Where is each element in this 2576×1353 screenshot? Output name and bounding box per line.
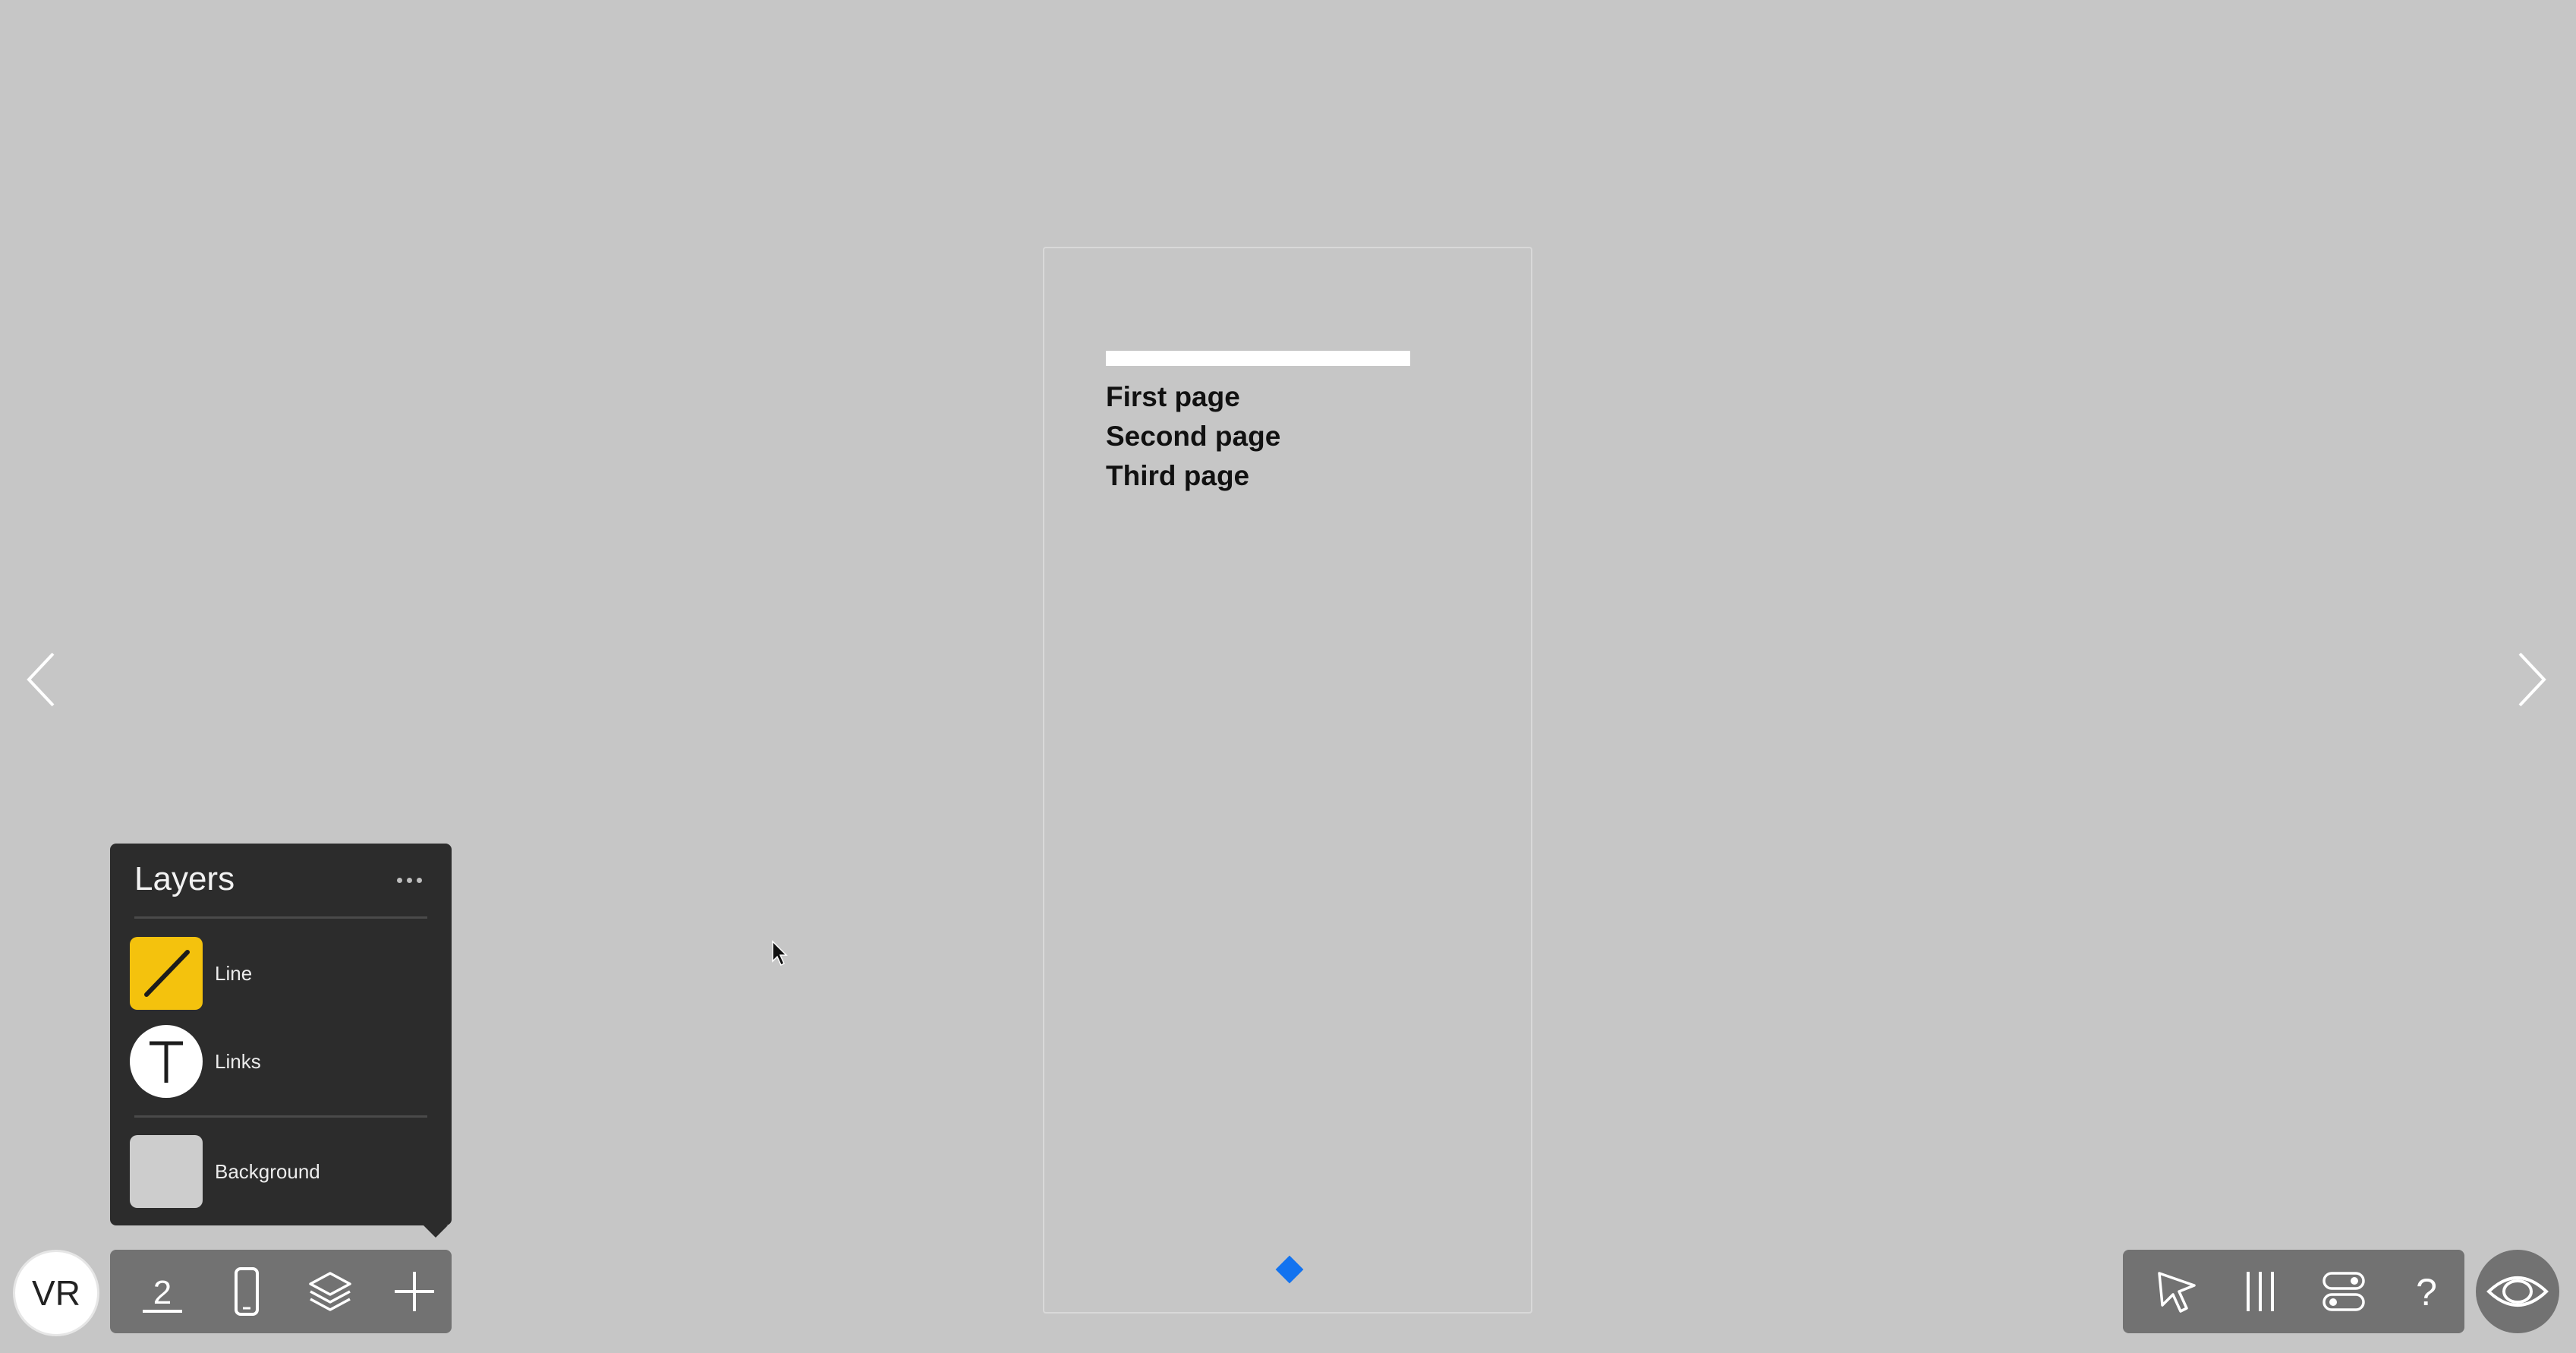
layer-item-links[interactable]: Links — [130, 1025, 433, 1098]
select-tool-button[interactable] — [2140, 1254, 2215, 1329]
layer-label: Links — [215, 1050, 261, 1073]
layer-item-line[interactable]: Line — [130, 937, 433, 1010]
add-button[interactable] — [377, 1254, 452, 1329]
columns-button[interactable] — [2223, 1254, 2299, 1329]
phone-device-icon — [234, 1267, 259, 1316]
previous-page-button[interactable] — [23, 649, 59, 710]
more-horizontal-icon — [396, 877, 402, 883]
layers-panel-title: Layers — [134, 860, 235, 897]
columns-icon — [2247, 1272, 2275, 1311]
user-avatar[interactable]: VR — [13, 1250, 99, 1336]
toggles-icon — [2322, 1272, 2365, 1311]
help-glyph: ? — [2416, 1271, 2437, 1314]
next-page-button[interactable] — [2514, 649, 2550, 710]
settings-toggles-button[interactable] — [2306, 1254, 2382, 1329]
page-number-text: 2 — [153, 1274, 172, 1311]
layers-panel: Layers Line Links Background — [110, 844, 452, 1238]
text-t-icon — [130, 1025, 203, 1098]
plus-icon — [394, 1272, 434, 1311]
device-button[interactable] — [209, 1254, 285, 1329]
layer-label: Background — [215, 1160, 320, 1183]
chevron-right-icon — [2518, 652, 2546, 707]
eye-icon — [2486, 1276, 2549, 1307]
header-bar — [1106, 351, 1410, 366]
pointer-icon — [2158, 1272, 2196, 1313]
right-toolbar: ? — [2123, 1250, 2464, 1333]
page-number-button[interactable]: 2 — [125, 1254, 200, 1329]
help-button[interactable]: ? — [2389, 1254, 2465, 1329]
preview-button[interactable] — [2476, 1250, 2559, 1333]
more-options-button[interactable] — [391, 871, 427, 889]
help-icon: ? — [2416, 1271, 2437, 1314]
panel-divider — [134, 916, 427, 919]
layer-item-background[interactable]: Background — [130, 1135, 433, 1208]
canvas: First page Second page Third page Layers — [0, 0, 2576, 1353]
link-first-page[interactable]: First page — [1106, 377, 1280, 417]
page-links-list: First page Second page Third page — [1106, 377, 1280, 496]
left-toolbar: 2 — [110, 1250, 452, 1333]
link-third-page[interactable]: Third page — [1106, 456, 1280, 496]
mouse-cursor-icon — [772, 940, 788, 967]
panel-divider — [134, 1115, 427, 1118]
page-number-icon: 2 — [143, 1274, 183, 1313]
layers-icon — [309, 1272, 351, 1311]
link-second-page[interactable]: Second page — [1106, 417, 1280, 456]
page-indicator-diamond — [1275, 1255, 1304, 1284]
diagonal-line-icon — [130, 937, 203, 1010]
device-frame: First page Second page Third page — [1043, 247, 1532, 1314]
chevron-left-icon — [27, 652, 55, 707]
layer-label: Line — [215, 962, 253, 985]
background-swatch-icon — [130, 1135, 203, 1208]
layers-button[interactable] — [293, 1254, 368, 1329]
